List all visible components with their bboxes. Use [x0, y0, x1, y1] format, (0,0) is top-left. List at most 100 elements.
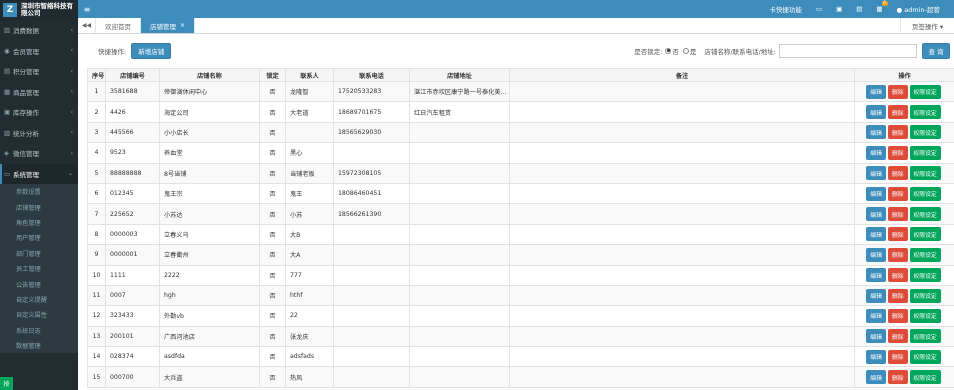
notification-icon[interactable]: ▦ 0 [876, 1, 888, 13]
edit-button[interactable]: 编辑 [866, 288, 886, 303]
delete-button[interactable]: 删除 [887, 105, 908, 120]
permission-button[interactable]: 权限设定 [909, 247, 941, 262]
cell-code: 323433 [105, 305, 160, 327]
cell-phone [333, 142, 410, 164]
desktop-icon[interactable]: ▭ [816, 5, 822, 13]
edit-button[interactable]: 编辑 [866, 349, 886, 364]
delete-button[interactable]: 删除 [887, 370, 908, 385]
delete-button[interactable]: 删除 [887, 125, 908, 140]
edit-button[interactable]: 编辑 [866, 370, 886, 385]
permission-button[interactable]: 权限设定 [909, 125, 941, 140]
sidebar-item-4[interactable]: ▣ 库存操作 ‹ [0, 102, 78, 123]
search-input[interactable] [779, 43, 917, 58]
sidebar-item-5[interactable]: ▧ 统计分析 ‹ [0, 123, 78, 144]
edit-button[interactable]: 编辑 [866, 268, 886, 283]
delete-button[interactable]: 删除 [887, 186, 908, 201]
permission-button[interactable]: 权限设定 [909, 145, 941, 160]
tab-scroll-left-icon[interactable]: ◀◀ [78, 18, 96, 33]
permission-button[interactable]: 权限设定 [909, 105, 941, 120]
cell-no: 11 [87, 284, 106, 307]
permission-button[interactable]: 权限设定 [909, 84, 941, 99]
submenu-item[interactable]: 公告管理 [0, 276, 78, 291]
permission-button[interactable]: 权限设定 [909, 288, 941, 303]
delete-button[interactable]: 删除 [887, 84, 908, 99]
cell-contact: adsfads [285, 346, 334, 368]
sidebar-item-3[interactable]: ▦ 商品管理 ‹ [0, 82, 78, 103]
sidebar-item-0[interactable]: ▥ 消费数据 ‹ [0, 20, 78, 41]
cell-address [409, 162, 510, 184]
cell-code: 000700 [105, 366, 160, 388]
report-icon[interactable]: ▤ [856, 5, 862, 13]
permission-button[interactable]: 权限设定 [909, 166, 941, 181]
monitor-icon[interactable]: ▣ [836, 5, 842, 13]
edit-button[interactable]: 编辑 [866, 84, 886, 99]
query-button[interactable]: 查 询 [922, 42, 950, 59]
cell-name: hgh [159, 284, 260, 307]
menu-toggle-icon[interactable]: ≡ [78, 5, 96, 14]
cell-actions: 编辑 删除 权限设定 [854, 203, 954, 225]
submenu-item[interactable]: 数据管理 [0, 338, 78, 353]
submenu-item[interactable]: 角色管理 [0, 215, 78, 230]
permission-button[interactable]: 权限设定 [909, 186, 941, 201]
cell-code: 0000003 [105, 223, 160, 246]
user-menu[interactable]: ● admin-超管 [897, 4, 940, 14]
cell-address [409, 244, 510, 266]
delete-button[interactable]: 删除 [887, 145, 908, 160]
sidebar-item-6[interactable]: ◈ 微信管理 ‹ [0, 143, 78, 164]
edit-button[interactable]: 编辑 [866, 186, 886, 201]
page-ops-dropdown[interactable]: 页签操作 ▾ [900, 18, 954, 33]
edit-button[interactable]: 编辑 [866, 145, 886, 160]
cell-actions: 编辑 删除 权限设定 [854, 101, 954, 123]
logo[interactable]: Z 深圳市智络科技有限公司 [0, 0, 78, 20]
delete-button[interactable]: 删除 [887, 166, 908, 181]
submenu-item[interactable]: 参数设置 [0, 184, 78, 199]
edit-button[interactable]: 编辑 [866, 308, 886, 323]
cell-name: 立春衢州 [159, 244, 260, 266]
submenu-item[interactable]: 系统日志 [0, 323, 78, 338]
submenu-item[interactable]: 部门管理 [0, 246, 78, 261]
radio-yes[interactable]: 是 [682, 46, 696, 56]
edit-button[interactable]: 编辑 [866, 329, 886, 344]
delete-button[interactable]: 删除 [887, 207, 908, 222]
cell-phone: 18566261390 [333, 203, 410, 225]
submenu-item[interactable]: 用户管理 [0, 230, 78, 245]
cell-actions: 编辑 删除 权限设定 [854, 182, 954, 205]
permission-button[interactable]: 权限设定 [909, 329, 941, 344]
submenu-item[interactable]: 员工管理 [0, 261, 78, 276]
permission-button[interactable]: 权限设定 [909, 349, 941, 364]
edit-button[interactable]: 编辑 [866, 166, 886, 181]
cell-locked: 否 [259, 162, 286, 184]
permission-button[interactable]: 权限设定 [909, 227, 941, 242]
delete-button[interactable]: 删除 [887, 349, 908, 364]
permission-button[interactable]: 权限设定 [909, 308, 941, 323]
tab-store-management[interactable]: 店铺管理 × [141, 18, 196, 33]
shortcut-link[interactable]: 卡快捷功能 [769, 4, 802, 14]
permission-button[interactable]: 权限设定 [909, 207, 941, 222]
permission-button[interactable]: 权限设定 [909, 268, 941, 283]
edit-button[interactable]: 编辑 [866, 125, 886, 140]
delete-button[interactable]: 删除 [887, 268, 908, 283]
sidebar-item-2[interactable]: ▤ 积分管理 ‹ [0, 61, 78, 82]
edit-button[interactable]: 编辑 [866, 207, 886, 222]
edit-button[interactable]: 编辑 [866, 105, 886, 120]
submenu-item[interactable]: 自定义属性 [0, 307, 78, 322]
corner-button[interactable]: 按 [0, 377, 13, 390]
delete-button[interactable]: 删除 [887, 308, 908, 323]
delete-button[interactable]: 删除 [887, 227, 908, 242]
cell-actions: 编辑 删除 权限设定 [854, 305, 954, 327]
submenu-item[interactable]: 自定义提醒 [0, 292, 78, 307]
permission-button[interactable]: 权限设定 [909, 370, 941, 385]
edit-button[interactable]: 编辑 [866, 247, 886, 262]
add-store-button[interactable]: 新增店铺 [131, 42, 172, 59]
tab-welcome[interactable]: 欢迎首页 [96, 18, 141, 33]
delete-button[interactable]: 删除 [887, 288, 908, 303]
tab-close-icon[interactable]: × [180, 22, 185, 29]
delete-button[interactable]: 删除 [887, 329, 908, 344]
submenu-item[interactable]: 店铺管理 [0, 199, 78, 214]
sidebar-item-1[interactable]: ◉ 会员管理 ‹ [0, 41, 78, 62]
sidebar-item-7[interactable]: ▭ 系统管理 ⌄ [0, 163, 78, 184]
table-row: 9 0000001 立春衢州否大A 编辑 删除 权限设定 [87, 244, 954, 266]
radio-no[interactable]: 否 [665, 46, 679, 56]
delete-button[interactable]: 删除 [887, 247, 908, 262]
edit-button[interactable]: 编辑 [866, 227, 886, 242]
